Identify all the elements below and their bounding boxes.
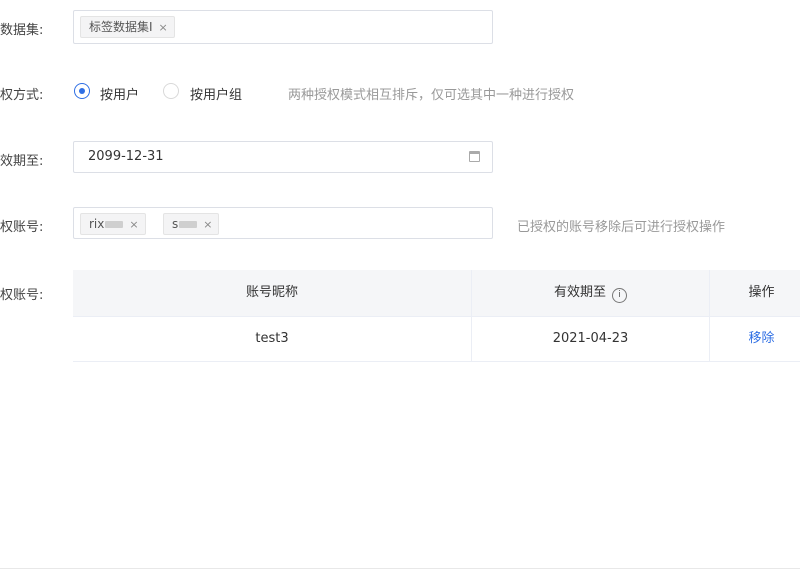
- remove-link[interactable]: 移除: [748, 331, 774, 346]
- table-row: test3 2021-04-23 移除: [73, 317, 800, 362]
- account-tag: rix ×: [80, 213, 146, 235]
- auth-mode-label: 权方式:: [0, 88, 44, 103]
- header-nickname: 账号昵称: [73, 270, 472, 316]
- accounts-hint: 已授权的账号移除后可进行授权操作: [517, 220, 726, 235]
- divider: [0, 568, 800, 569]
- cell-expiry: 2021-04-23: [472, 317, 710, 361]
- account-tag-label: rix: [89, 217, 105, 231]
- table-header: 账号昵称 有效期至 i 操作: [73, 270, 800, 317]
- radio-by-group-label[interactable]: 按用户组: [190, 84, 242, 103]
- auth-mode-hint: 两种授权模式相互排斥，仅可选其中一种进行授权: [288, 88, 575, 103]
- dataset-tag: 标签数据集I ×: [80, 16, 175, 38]
- close-icon[interactable]: ×: [159, 21, 168, 34]
- cell-nickname: test3: [73, 317, 472, 361]
- radio-by-group[interactable]: [163, 83, 179, 99]
- dataset-tag-label: 标签数据集I: [89, 20, 153, 34]
- expiry-label: 效期至:: [0, 154, 44, 169]
- masked-text: [105, 221, 124, 228]
- cell-action: 移除: [710, 317, 800, 361]
- header-expiry-label: 有效期至: [553, 285, 606, 300]
- info-icon[interactable]: i: [612, 288, 627, 303]
- header-expiry: 有效期至 i: [472, 270, 710, 316]
- radio-by-user-label[interactable]: 按用户: [100, 84, 139, 103]
- expiry-date-input[interactable]: 2099-12-31: [73, 141, 493, 173]
- dataset-select[interactable]: 标签数据集I ×: [73, 10, 493, 44]
- dataset-label: 数据集:: [0, 23, 44, 38]
- expiry-date-value: 2099-12-31: [88, 149, 164, 164]
- close-icon[interactable]: ×: [203, 218, 212, 231]
- close-icon[interactable]: ×: [129, 218, 138, 231]
- calendar-icon[interactable]: [469, 151, 480, 162]
- header-action: 操作: [748, 285, 775, 300]
- authorized-label: 权账号:: [0, 288, 44, 303]
- radio-by-user[interactable]: [74, 83, 90, 99]
- account-tag: s ×: [163, 213, 220, 235]
- authorized-accounts-table: 账号昵称 有效期至 i 操作 test3 2021-04-23 移除: [73, 270, 800, 370]
- account-tag-label: s: [172, 217, 179, 231]
- accounts-label: 权账号:: [0, 220, 44, 235]
- masked-text: [179, 221, 198, 228]
- accounts-select[interactable]: rix × s ×: [73, 207, 493, 239]
